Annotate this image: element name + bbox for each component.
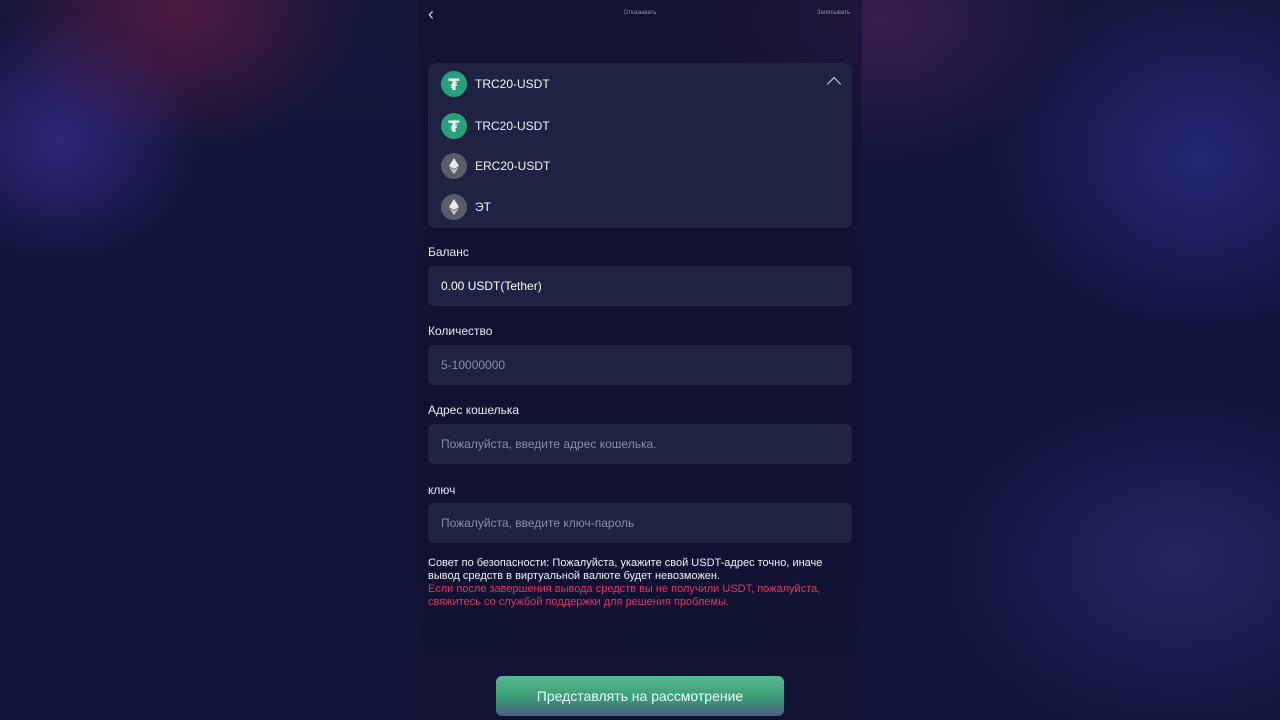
dropdown-selected[interactable]: ₮ TRC20-USDT (441, 71, 550, 97)
dropdown-option-eth[interactable]: ЭТ (441, 194, 491, 220)
option-label: TRC20-USDT (475, 119, 550, 133)
top-center-text: Отказывать (623, 10, 657, 16)
ethereum-icon (441, 194, 467, 220)
warning-text: Если после завершения вывода средств вы … (428, 583, 821, 608)
key-password-input[interactable] (441, 516, 852, 530)
wallet-address-input[interactable] (441, 437, 852, 451)
top-right-text[interactable]: Записывать (817, 10, 850, 16)
balance-value: 0.00 USDT(Tether) (441, 279, 542, 293)
tether-icon: ₮ (441, 71, 467, 97)
top-bar: ‹ Отказывать Записывать (418, 0, 862, 30)
chevron-up-icon[interactable] (826, 76, 842, 92)
network-dropdown[interactable]: ₮ TRC20-USDT ₮ TRC20-USDT ERC20-USDT ЭТ (428, 63, 852, 228)
option-label: ERC20-USDT (475, 159, 551, 173)
ethereum-icon (441, 153, 467, 179)
quantity-input[interactable] (441, 358, 852, 372)
quantity-label: Количество (428, 324, 493, 338)
tether-icon: ₮ (441, 113, 467, 139)
dropdown-option-trc20[interactable]: ₮ TRC20-USDT (441, 113, 550, 139)
balance-label: Баланс (428, 245, 469, 259)
quantity-field (428, 345, 852, 385)
submit-button[interactable]: Представлять на рассмотрение (496, 676, 784, 716)
selected-network-label: TRC20-USDT (475, 77, 550, 91)
key-field (428, 503, 852, 543)
security-notice: Совет по безопасности: Пожалуйста, укажи… (428, 557, 848, 609)
dropdown-option-erc20[interactable]: ERC20-USDT (441, 153, 550, 179)
wallet-address-label: Адрес кошелька (428, 403, 520, 417)
wallet-address-field (428, 424, 852, 464)
key-label: ключ (428, 483, 456, 497)
balance-display: 0.00 USDT(Tether) (428, 266, 852, 306)
option-label: ЭТ (475, 200, 491, 214)
security-tip-text: Совет по безопасности: Пожалуйста, укажи… (428, 557, 823, 582)
